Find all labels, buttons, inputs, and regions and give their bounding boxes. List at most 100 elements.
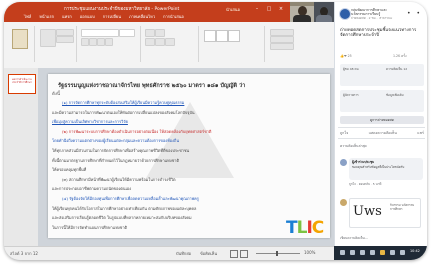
participant-video-1[interactable] — [290, 2, 314, 22]
slide-thumbnail-selected[interactable]: ผลการดำเนินงาน ประจำปีการศึกษา — [8, 74, 36, 94]
underline-button[interactable] — [97, 38, 105, 46]
shared-image-card[interactable]: Uws กิจกรรม นวัตกรรม การศึกษา — [349, 198, 421, 228]
slide-text-line[interactable]: และส่งเสริมการเรียนรู้ตลอดชีวิต ในรูปแบบ… — [52, 215, 192, 220]
comments-button[interactable]: ข้อคิดเห็น — [200, 250, 217, 257]
italic-button[interactable] — [89, 38, 97, 46]
find-button[interactable] — [270, 29, 294, 36]
taskbar-app-icon[interactable] — [360, 250, 365, 255]
minimize-icon[interactable]: – — [254, 6, 260, 12]
comments-stat: ความคิดเห็น 12 — [386, 67, 408, 71]
font-size-select[interactable] — [119, 29, 135, 37]
thumbnail-text: ผลการดำเนินงาน ประจำปีการศึกษา — [12, 78, 32, 84]
align-left-button[interactable] — [145, 38, 155, 46]
quick-styles-button[interactable] — [228, 30, 240, 42]
editing-group — [266, 26, 330, 62]
comment-bubble: ผู้เข้าร่วมประชุม ขอบคุณสำหรับข้อมูลที่เ… — [349, 158, 423, 180]
align-center-button[interactable] — [155, 38, 165, 46]
slide-subtitle[interactable]: ดังนี้ — [52, 90, 60, 97]
select-button[interactable] — [270, 43, 294, 50]
font-group — [78, 26, 141, 62]
slide-text-line[interactable]: ให้ครอบคลุมทุกพื้นที่ — [52, 167, 86, 172]
divider — [338, 138, 425, 139]
zoom-level[interactable]: 100% — [304, 250, 315, 255]
close-icon[interactable]: × — [278, 6, 284, 12]
slide-text-line[interactable]: ให้ทุกภาคส่วนมีส่วนร่วมในการจัดการศึกษาเ… — [52, 148, 189, 153]
taskbar: 10:42 — [334, 246, 427, 260]
taskbar-app-icon[interactable] — [400, 250, 405, 255]
info-box: ผู้จัดรายการ ข้อมูลเพิ่มเติม — [340, 90, 424, 112]
slide-text-line[interactable]: (๓) สถานศึกษามีหน้าที่พัฒนาผู้เรียนให้มี… — [62, 177, 176, 182]
more-info-link[interactable]: ข้อมูลเพิ่มเติม — [386, 93, 404, 98]
page-name[interactable]: กลุ่มพัฒนาการศึกษาและนวัตกรรมการเรียนรู้ — [351, 8, 401, 16]
share-button[interactable]: แชร์ — [417, 130, 424, 136]
tab-transitions[interactable]: การเปลี่ยน — [103, 13, 121, 21]
notes-button[interactable]: บันทึกย่อ — [176, 250, 191, 257]
comment-input[interactable]: เขียนความคิดเห็น... — [340, 236, 368, 241]
tab-design[interactable]: ออกแบบ — [80, 13, 95, 21]
taskbar-app-icon[interactable] — [380, 250, 385, 255]
slide-title[interactable]: รัฐธรรมนูญแห่งราชอาณาจักรไทย พุทธศักราช … — [58, 82, 245, 90]
presenter-label: นำเสนอ — [226, 7, 240, 12]
maximize-icon[interactable]: □ — [266, 6, 272, 12]
slide-text-line[interactable]: ให้ผู้เรียนทุกคนได้รับโอกาสในการศึกษาอย่… — [52, 206, 196, 211]
reaction-count[interactable]: 👍❤ 25 — [340, 54, 352, 58]
slide-text-line[interactable]: โดยคำนึงถึงความแตกต่างของผู้เรียนแต่ละกล… — [52, 138, 179, 143]
font-color-button[interactable] — [105, 38, 113, 46]
drawing-group — [200, 26, 265, 62]
taskbar-app-icon[interactable] — [370, 250, 375, 255]
slide-text-line[interactable]: และการประกอบอาชีพตามความถนัดของตนเอง — [52, 186, 131, 191]
status-bar: สไลด์ 3 จาก 12 บันทึกย่อ ข้อคิดเห็น 100% — [4, 246, 334, 260]
slide-text-line[interactable]: (๑) การจัดการศึกษาทุกระดับต้องส่งเสริมให… — [62, 100, 184, 105]
comment-sort[interactable]: ความคิดเห็นล่าสุด — [340, 144, 367, 149]
comment-actions[interactable]: ถูกใจ · ตอบกลับ · 5 นาที — [349, 182, 381, 187]
page-avatar[interactable] — [339, 8, 351, 20]
align-right-button[interactable] — [165, 38, 175, 46]
slide-text-line[interactable]: ทั้งนี้ตามมาตรฐานการศึกษาที่กำหนดไว้ในกฎ… — [52, 158, 179, 163]
taskbar-app-icon[interactable] — [390, 250, 395, 255]
screen-frame: การประชุมแผนงานประจำปีของมหาวิทยาลัย - P… — [4, 2, 427, 260]
commenter-avatar[interactable] — [340, 199, 347, 206]
ribbon — [4, 22, 334, 69]
paste-icon[interactable] — [12, 29, 28, 49]
watch-live-button[interactable]: ดูการถ่ายทอดสด — [340, 116, 424, 124]
bullets-button[interactable] — [145, 29, 155, 37]
slide-text-line[interactable]: (๔) รัฐต้องจัดให้มีกองทุนเพื่อการศึกษาเพ… — [62, 196, 199, 201]
bold-button[interactable] — [81, 38, 89, 46]
replace-button[interactable] — [270, 36, 294, 43]
zoom-slider[interactable] — [256, 253, 300, 254]
commenter-avatar[interactable] — [340, 159, 347, 166]
taskbar-app-icon[interactable] — [350, 250, 355, 255]
participant-video-2[interactable] — [314, 2, 334, 22]
tab-slideshow[interactable]: การนำเสนอ — [163, 13, 184, 21]
logo-letter-c: C — [311, 218, 325, 238]
live-stats-box: ผู้ชม 48 คน ความคิดเห็น 12 — [340, 64, 424, 86]
more-options-icon[interactable]: • • — [407, 10, 422, 17]
slide-canvas[interactable]: รัฐธรรมนูญแห่งราชอาณาจักรไทย พุทธศักราช … — [48, 74, 330, 238]
slide-sorter-icon[interactable] — [240, 250, 248, 258]
like-button[interactable]: ถูกใจ — [340, 130, 348, 136]
card-headline: Uws — [353, 204, 382, 219]
reset-button[interactable] — [56, 36, 74, 43]
ribbon-tabs: ไฟล์ หน้าแรก แทรก ออกแบบ การเปลี่ยน ภาพเ… — [24, 13, 184, 21]
zoom-slider-handle[interactable] — [276, 251, 278, 256]
post-meta: ถ่ายทอดสด · 2 ชม. · สาธารณะ — [351, 16, 393, 20]
slide-text-line[interactable]: และมีความสามารถในการพัฒนาตนเองให้ทันต่อก… — [52, 110, 195, 115]
clipboard-group — [6, 26, 35, 62]
font-name-select[interactable] — [81, 29, 119, 37]
layout-button[interactable] — [56, 29, 74, 36]
viewers-stat: ผู้ชม 48 คน — [343, 67, 359, 71]
taskbar-app-icon[interactable] — [340, 250, 345, 255]
tab-file[interactable]: ไฟล์ — [24, 13, 31, 21]
comment-button[interactable]: แสดงความคิดเห็น — [369, 130, 397, 136]
numbering-button[interactable] — [155, 29, 165, 37]
normal-view-icon[interactable] — [230, 250, 238, 258]
arrange-button[interactable] — [216, 30, 228, 42]
tab-insert[interactable]: แทรก — [62, 13, 72, 21]
tab-home[interactable]: หน้าแรก — [39, 13, 54, 21]
shapes-gallery[interactable] — [204, 30, 216, 42]
new-slide-button[interactable] — [40, 29, 56, 47]
tab-animations[interactable]: ภาพเคลื่อนไหว — [129, 13, 155, 21]
slide-text-line[interactable]: ในการนี้ให้มีการจัดทำแผนการศึกษาแห่งชาติ — [52, 225, 127, 230]
slide-text-line[interactable]: (๒) การพัฒนาระบบการศึกษาต้องดำเนินการอย่… — [62, 129, 211, 134]
slide-text-line[interactable]: เพื่อมุ่งสู่ความเป็นเลิศทางวิชาการและการ… — [52, 119, 128, 124]
